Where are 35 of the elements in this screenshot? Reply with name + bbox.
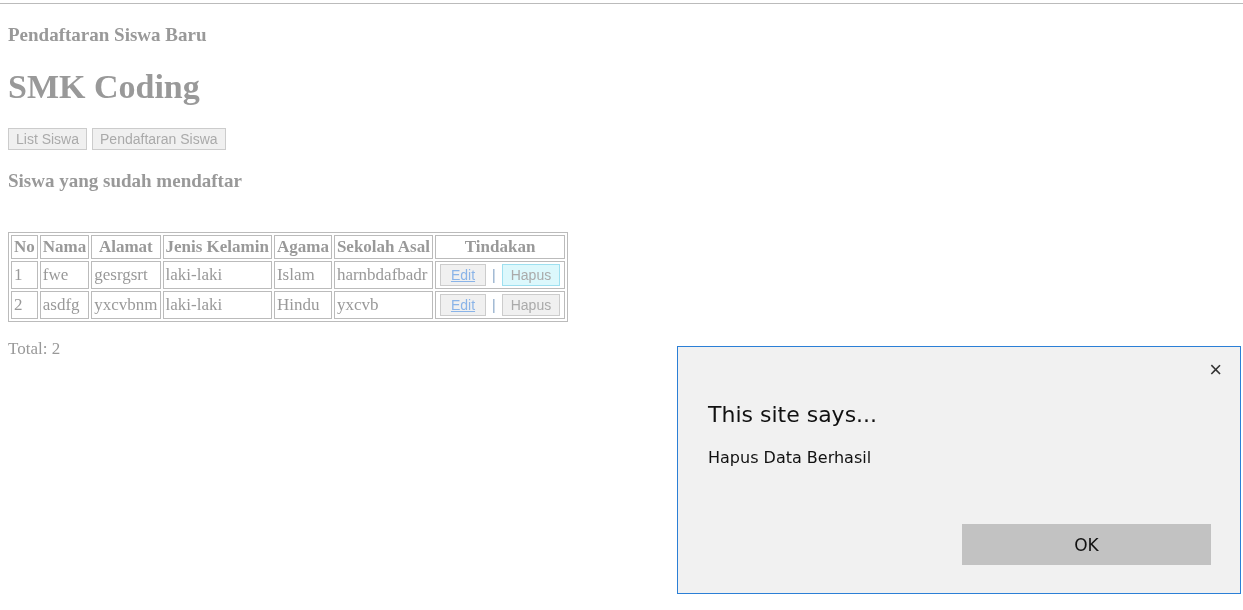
column-header: Alamat xyxy=(91,235,161,259)
table-cell: 1 xyxy=(11,261,38,289)
column-header: No xyxy=(11,235,38,259)
column-header: Tindakan xyxy=(434,235,566,259)
edit-button[interactable]: Edit xyxy=(439,264,487,286)
ok-button[interactable]: OK xyxy=(962,524,1211,565)
section-heading: Siswa yang sudah mendaftar xyxy=(8,170,243,192)
table-cell: gesrgsrt xyxy=(91,261,161,289)
separator: | xyxy=(492,297,496,313)
nav-button[interactable]: List Siswa xyxy=(8,128,88,150)
nav-button[interactable]: Pendaftaran Siswa xyxy=(92,128,226,150)
table-cell: yxcvbnm xyxy=(91,291,161,319)
delete-button[interactable]: Hapus xyxy=(501,264,561,286)
dialog-title: This site says... xyxy=(708,402,878,427)
table-cell: harnbdafbadr xyxy=(333,261,433,289)
edit-button[interactable]: Edit xyxy=(439,294,487,316)
table-cell: asdfg xyxy=(39,291,90,319)
page-title: SMK Coding xyxy=(8,68,201,106)
total-count: Total: 2 xyxy=(8,339,62,359)
close-button[interactable]: × xyxy=(1209,357,1222,383)
table-cell: laki-laki xyxy=(162,261,272,289)
column-header: Sekolah Asal xyxy=(333,235,433,259)
dialog-message: Hapus Data Berhasil xyxy=(708,448,872,467)
table-cell: yxcvb xyxy=(333,291,433,319)
column-header: Agama xyxy=(273,235,332,259)
table-cell: laki-laki xyxy=(162,291,272,319)
table-cell: Hindu xyxy=(273,291,332,319)
page-subtitle: Pendaftaran Siswa Baru xyxy=(8,24,208,46)
column-header: Jenis Kelamin xyxy=(162,235,272,259)
table-cell: 2 xyxy=(11,291,38,319)
column-header: Nama xyxy=(39,235,90,259)
table-cell: fwe xyxy=(39,261,90,289)
table-cell: Islam xyxy=(273,261,332,289)
separator: | xyxy=(492,267,496,283)
delete-button[interactable]: Hapus xyxy=(501,294,561,316)
